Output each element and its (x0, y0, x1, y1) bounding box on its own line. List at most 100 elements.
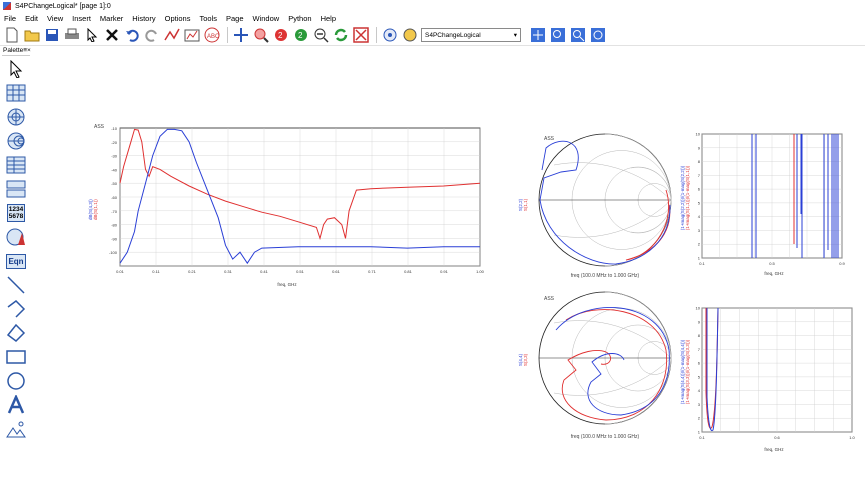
window-titlebar: S4PChangeLogical* [page 1]:0 (0, 0, 865, 12)
cancel-box-icon[interactable] (352, 26, 370, 44)
text-icon (7, 395, 25, 414)
zoom-fit-icon[interactable] (529, 26, 547, 44)
network-data-icon[interactable] (401, 26, 419, 44)
menu-insert[interactable]: Insert (72, 14, 91, 23)
refresh-icon[interactable] (332, 26, 350, 44)
network-select[interactable]: S4PChangeLogical ▾ (421, 28, 521, 42)
rect-x-ticks: 0.01 0.11 0.21 0.31 0.41 0.51 0.61 0.71 0.81 0.91… (116, 269, 485, 274)
equation-abc-icon[interactable]: ABC (203, 26, 221, 44)
y-tick-label: 9 (698, 145, 701, 150)
zoom-out-icon[interactable] (312, 26, 330, 44)
y-tick-label: 5 (698, 200, 701, 205)
move-cross-icon[interactable] (232, 26, 250, 44)
menu-help[interactable]: Help (321, 14, 336, 23)
palette-rectangle-tool[interactable] (5, 346, 27, 368)
x-tick-label: 0.91 (440, 269, 449, 274)
equation-icon: Eqn (6, 253, 26, 269)
rect-y-ticks: -10 -20 -30 -40 -50 -60 -70 -80 -90 -100 (109, 126, 118, 255)
menu-python[interactable]: Python (288, 14, 311, 23)
zoom-box-icon[interactable] (569, 26, 587, 44)
delete-icon[interactable] (103, 26, 121, 44)
y-tick-label: -10 (111, 126, 118, 131)
palette-polar-plot-tool[interactable] (5, 106, 27, 128)
y-tick-label: 3 (698, 228, 701, 233)
rect-plot-dB[interactable]: ASS dB(S(4,3)) dB(S(1,1)) -10-20-30-40-5… (82, 120, 487, 290)
matrix-label-top: 1234 (8, 206, 24, 213)
menu-options[interactable]: Options (165, 14, 191, 23)
save-icon[interactable] (43, 26, 61, 44)
y-tick-label: 2 (698, 242, 701, 247)
y-tick-label: -80 (111, 223, 118, 228)
y-tick-label: 3 (698, 402, 701, 407)
rect-ylabel-red: dB(S(1,1)) (93, 199, 98, 220)
y-tick-label: 8 (698, 159, 701, 164)
palette-panel: Palette ≡× 1234 5678 Eqn (2, 46, 31, 481)
palette-antenna-plot-tool[interactable] (5, 226, 27, 248)
open-folder-icon[interactable] (23, 26, 41, 44)
menu-marker[interactable]: Marker (100, 14, 123, 23)
toolbar: ABC 2 2 S4PChangeLogical ▾ (0, 25, 865, 46)
pin-icon[interactable]: ≡× (23, 47, 31, 54)
menu-file[interactable]: File (4, 14, 16, 23)
polyline-icon (7, 300, 26, 318)
toolbar-separator (376, 27, 377, 43)
x-tick-label: 0.1 (699, 261, 705, 266)
marker-2-icon[interactable]: 2 (272, 26, 290, 44)
zoom-marker-icon[interactable] (252, 26, 270, 44)
menu-history[interactable]: History (132, 14, 155, 23)
palette-list-tool[interactable] (5, 154, 27, 176)
pointer-icon (10, 60, 23, 78)
palette-smith-chart-tool[interactable] (5, 130, 27, 152)
new-file-icon[interactable] (3, 26, 21, 44)
palette-image-tool[interactable] (5, 418, 27, 440)
smith1-corner-label: ASS (544, 136, 555, 142)
marker-green-icon[interactable]: 2 (292, 26, 310, 44)
palette-rectangular-plot-tool[interactable] (5, 82, 27, 104)
network-icon[interactable] (381, 26, 399, 44)
vswr-plot-1[interactable]: (1+mag(S(2,2)))/(1-mag(S(2,2))) (1+mag(S… (676, 128, 865, 278)
palette-stacked-plot-tool[interactable] (5, 178, 27, 200)
vswr2-xlabel: freq, GHz (764, 447, 784, 452)
vswr-plot-2[interactable]: (1+mag(S(4,4)))/(1-mag(S(4,4))) (1+mag(S… (676, 302, 865, 454)
zoom-in-icon[interactable] (549, 26, 567, 44)
smith2-trace-s33 (561, 309, 668, 421)
y-tick-label: 6 (698, 361, 701, 366)
menu-page[interactable]: Page (226, 14, 244, 23)
zoom-reset-icon[interactable] (589, 26, 607, 44)
palette-circle-tool[interactable] (5, 370, 27, 392)
palette-text-tool[interactable] (5, 394, 27, 416)
smith-chart-1[interactable]: ASS S(2,2) S(1,1) freq (100.0 MHz to 1.0… (506, 130, 676, 280)
palette-pointer-tool[interactable] (5, 58, 27, 80)
rectangular-plot-icon (6, 84, 26, 102)
page-canvas: ASS dB(S(4,3)) dB(S(1,1)) -10 -20 -30 -40 -5… (32, 46, 865, 481)
y-tick-label: -20 (111, 140, 118, 145)
plot-options-icon[interactable] (183, 26, 201, 44)
palette-equation-tool[interactable]: Eqn (5, 250, 27, 272)
menu-edit[interactable]: Edit (25, 14, 38, 23)
palette-line-tool[interactable] (5, 274, 27, 296)
polar-plot-icon (7, 108, 25, 126)
trace-icon[interactable] (163, 26, 181, 44)
select-pointer-icon[interactable] (83, 26, 101, 44)
menu-window[interactable]: Window (253, 14, 280, 23)
redo-icon[interactable] (143, 26, 161, 44)
rect-corner-label: ASS (94, 124, 105, 130)
vswr2-ylabel-red: (1+mag(S(3,3)))/(1-mag(S(3,3))) (685, 339, 690, 404)
palette-numeric-matrix-tool[interactable]: 1234 5678 (5, 202, 27, 224)
x-tick-label: 0.61 (332, 269, 341, 274)
network-select-value: S4PChangeLogical (425, 31, 481, 39)
print-icon[interactable] (63, 26, 81, 44)
y-tick-label: -100 (109, 250, 118, 255)
menu-view[interactable]: View (47, 14, 63, 23)
smith1-grid (538, 133, 672, 267)
y-tick-label: 10 (696, 306, 701, 311)
line-icon (7, 276, 25, 294)
list-icon (6, 156, 26, 174)
y-tick-label: -30 (111, 154, 118, 159)
palette-polyline-tool[interactable] (5, 298, 27, 320)
menu-tools[interactable]: Tools (199, 14, 217, 23)
palette-polygon-tool[interactable] (5, 322, 27, 344)
smith2-ylabel-red: S(3,3) (523, 353, 528, 366)
undo-icon[interactable] (123, 26, 141, 44)
smith-chart-2[interactable]: ASS S(4,4) S(3,3) freq (100.0 MHz to 1.0… (506, 290, 676, 442)
